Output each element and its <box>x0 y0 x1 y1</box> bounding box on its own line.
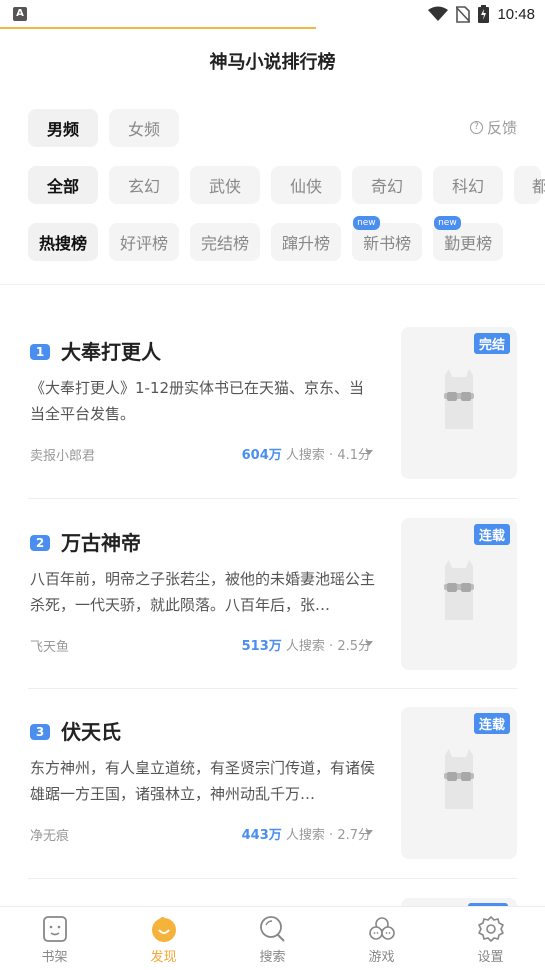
search-suffix: 人搜索 · 4.1分 <box>285 448 371 463</box>
category-xianxia[interactable]: 仙侠 <box>271 166 341 204</box>
search-icon <box>259 916 285 942</box>
chevron-down-icon[interactable] <box>365 450 373 455</box>
book-cover: 连载 <box>401 518 517 670</box>
ranking-new-books[interactable]: new 新书榜 <box>352 216 423 261</box>
rank-badge: 3 <box>30 724 50 740</box>
nav-bookshelf-label: 书架 <box>41 950 68 965</box>
feedback-button[interactable]: ? 反馈 <box>469 117 517 138</box>
status-badge: 连载 <box>473 713 510 734</box>
question-circle-icon: ? <box>469 121 483 134</box>
book-title: 万古神帝 <box>61 531 141 555</box>
ranking-completed[interactable]: 完结榜 <box>190 223 261 261</box>
clock: 10:48 <box>497 5 535 23</box>
ranking-rising[interactable]: 蹿升榜 <box>271 223 342 261</box>
app-notification-icon: A <box>13 7 27 21</box>
chevron-down-icon[interactable] <box>365 641 373 646</box>
item-divider <box>28 688 517 689</box>
book-title: 伏天氏 <box>61 720 121 744</box>
search-suffix: 人搜索 · 2.7分 <box>285 828 371 843</box>
bookshelf-icon <box>42 916 67 942</box>
section-divider <box>0 284 545 285</box>
ranking-tabs: 热搜榜 好评榜 完结榜 蹿升榜 new 新书榜 new 勤更榜 <box>28 216 504 261</box>
ranking-new-books-label: 新书榜 <box>363 234 412 253</box>
discover-icon <box>151 917 176 942</box>
category-wuxia[interactable]: 武侠 <box>190 166 260 204</box>
book-author: 卖报小郎君 <box>30 449 96 464</box>
book-list-item[interactable]: 1 大奉打更人 《大奉打更人》1-12册实体书已在天猫、京东、当当全平台发售。 … <box>28 327 517 497</box>
nav-discover-label: 发现 <box>150 950 177 965</box>
rank-badge: 1 <box>30 344 50 360</box>
nav-discover[interactable]: 发现 <box>109 907 218 970</box>
ranking-completed-label: 完结榜 <box>201 234 250 253</box>
tab-female[interactable]: 女频 <box>109 109 179 147</box>
nav-search-label: 搜索 <box>259 950 286 965</box>
nav-settings[interactable]: 设置 <box>436 907 545 970</box>
book-cover: 完结 <box>401 327 517 479</box>
ranking-rising-label: 蹿升榜 <box>282 234 331 253</box>
item-divider <box>28 498 517 499</box>
chevron-down-icon[interactable] <box>365 830 373 835</box>
category-dushi[interactable]: 都 <box>514 166 545 204</box>
game-icon <box>368 917 395 940</box>
new-badge: new <box>353 216 380 230</box>
llama-placeholder-icon <box>444 749 474 809</box>
rank-badge: 2 <box>30 535 50 551</box>
status-right: 10:48 <box>428 3 535 25</box>
category-qihuan[interactable]: 奇幻 <box>352 166 422 204</box>
new-badge: new <box>434 216 461 230</box>
nav-bookshelf[interactable]: 书架 <box>0 907 109 970</box>
ranking-good-reviews-label: 好评榜 <box>120 234 169 253</box>
ranking-hot-search[interactable]: 热搜榜 <box>28 223 99 261</box>
book-list-item[interactable]: 2 万古神帝 八百年前，明帝之子张若尘，被他的未婚妻池瑶公主杀死，一代天骄，就此… <box>28 518 517 688</box>
no-sim-icon <box>456 5 471 23</box>
status-badge: 完结 <box>473 333 510 354</box>
ranking-frequent-update[interactable]: new 勤更榜 <box>433 216 504 261</box>
search-count: 513万 <box>241 639 282 654</box>
settings-icon <box>477 916 504 942</box>
category-kehuan[interactable]: 科幻 <box>433 166 503 204</box>
book-stats: 513万 人搜索 · 2.5分 <box>242 635 371 654</box>
book-stats: 443万 人搜索 · 2.7分 <box>242 824 371 843</box>
status-bar: A 10:48 <box>0 0 545 28</box>
category-tabs: 全部 玄幻 武侠 仙侠 奇幻 科幻 都 <box>28 166 545 204</box>
status-badge: 连载 <box>473 524 510 545</box>
book-description: 八百年前，明帝之子张若尘，被他的未婚妻池瑶公主杀死，一代天骄，就此陨落。八百年后… <box>30 570 375 614</box>
search-suffix: 人搜索 · 2.5分 <box>285 639 371 654</box>
tab-male[interactable]: 男频 <box>28 109 98 147</box>
nav-search[interactable]: 搜索 <box>218 907 327 970</box>
book-title: 大奉打更人 <box>61 340 161 364</box>
category-xuanhuan[interactable]: 玄幻 <box>109 166 179 204</box>
gender-tabs: 男频 女频 <box>28 109 179 147</box>
search-count: 443万 <box>241 828 282 843</box>
bottom-nav: 书架 发现 搜索 游戏 设置 <box>0 906 545 970</box>
page-title: 神马小说排行榜 <box>209 52 336 73</box>
book-description: 《大奉打更人》1-12册实体书已在天猫、京东、当当全平台发售。 <box>30 379 365 423</box>
nav-game[interactable]: 游戏 <box>327 907 436 970</box>
book-author: 飞天鱼 <box>30 640 70 655</box>
category-all[interactable]: 全部 <box>28 166 98 204</box>
book-list-item[interactable]: 3 伏天氏 东方神州，有人皇立道统，有圣贤宗门传道，有诸侯雄踞一方王国，诸强林立… <box>28 707 517 877</box>
ranking-frequent-update-label: 勤更榜 <box>444 234 493 253</box>
book-author: 净无痕 <box>30 829 70 844</box>
llama-placeholder-icon <box>444 369 474 429</box>
ranking-good-reviews[interactable]: 好评榜 <box>109 223 180 261</box>
nav-settings-label: 设置 <box>477 950 504 965</box>
loading-progress-bar <box>0 27 316 29</box>
nav-game-label: 游戏 <box>368 950 395 965</box>
item-divider <box>28 878 517 879</box>
feedback-label: 反馈 <box>486 119 517 137</box>
book-description: 东方神州，有人皇立道统，有圣贤宗门传道，有诸侯雄踞一方王国，诸强林立，神州动乱千… <box>30 759 375 803</box>
wifi-icon <box>428 6 449 21</box>
search-count: 604万 <box>241 448 282 463</box>
ranking-hot-search-label: 热搜榜 <box>39 234 88 253</box>
book-cover: 连载 <box>401 707 517 859</box>
llama-placeholder-icon <box>444 560 474 620</box>
battery-charging-icon <box>478 5 490 23</box>
book-stats: 604万 人搜索 · 4.1分 <box>242 444 371 463</box>
